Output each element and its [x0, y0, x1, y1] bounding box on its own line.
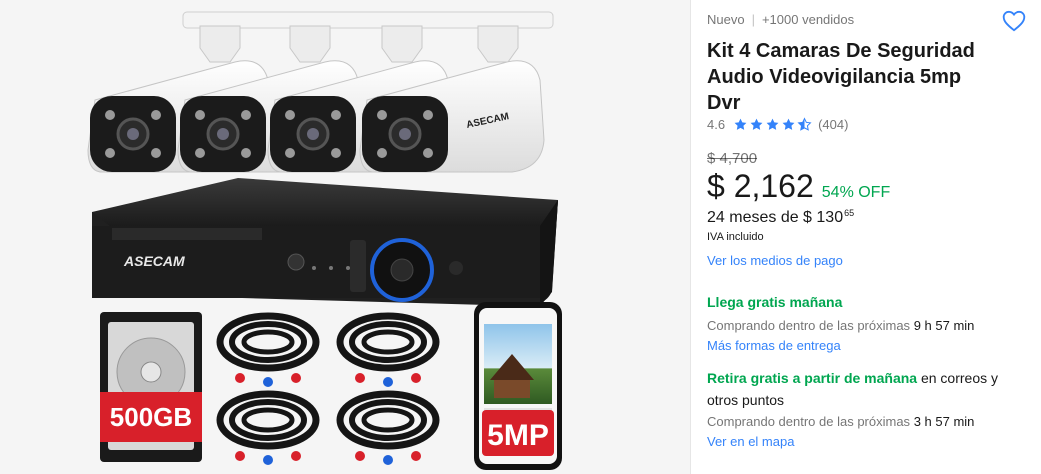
current-price: $ 2,162 — [707, 168, 814, 204]
tax-note: IVA incluido — [707, 231, 764, 243]
shipping-title: Llega gratis mañana — [707, 294, 843, 310]
panel-divider — [690, 0, 691, 474]
review-count: (404) — [818, 117, 849, 132]
shipping-countdown: 9 h 57 min — [913, 318, 975, 333]
resolution-text: 5MP — [487, 419, 549, 452]
sold-count: +1000 vendidos — [761, 12, 855, 27]
star-full-icon — [782, 118, 795, 130]
price-row: $ 2,162 54% OFF — [707, 168, 890, 205]
dvr-brand-text: ASECAM — [123, 253, 185, 269]
product-image-gallery[interactable]: ASECAM ASECAM 500GB 5MP — [0, 0, 690, 474]
view-map-link[interactable]: Ver en el mapa — [707, 434, 794, 449]
pickup-subtitle: Comprando dentro de las próximas 3 h 57 … — [707, 414, 974, 429]
shipping-subtitle: Comprando dentro de las próximas 9 h 57 … — [707, 318, 974, 333]
installments-cents: 65 — [844, 208, 855, 218]
rating-row[interactable]: 4.6 (404) — [707, 117, 848, 132]
installments-info: 24 meses de $ 13065 — [707, 208, 854, 227]
star-full-icon — [766, 118, 779, 130]
condition-label: Nuevo — [707, 12, 745, 27]
payment-methods-link[interactable]: Ver los medios de pago — [707, 253, 843, 268]
pickup-subtitle-prefix: Comprando dentro de las próximas — [707, 414, 911, 429]
subtitle-separator: | — [751, 12, 755, 27]
product-subtitle: Nuevo | +1000 vendidos — [707, 12, 854, 27]
star-full-icon — [734, 118, 747, 130]
original-price: $ 4,700 — [707, 150, 758, 167]
more-delivery-options-link[interactable]: Más formas de entrega — [707, 338, 841, 353]
pickup-title: Retira gratis a partir de mañana en corr… — [707, 367, 1032, 411]
product-title: Kit 4 Camaras De Seguridad Audio Videovi… — [707, 40, 975, 114]
shipping-subtitle-prefix: Comprando dentro de las próximas — [707, 318, 911, 333]
pickup-countdown: 3 h 57 min — [913, 414, 975, 429]
product-photo: ASECAM ASECAM 500GB 5MP — [87, 11, 562, 470]
pickup-title-green: Retira gratis a partir de mañana — [707, 370, 918, 386]
installments-text: 24 meses de $ 130 — [707, 209, 844, 226]
rating-value: 4.6 — [707, 117, 726, 132]
star-half-icon — [797, 117, 812, 131]
discount-badge: 54% OFF — [821, 184, 891, 201]
heart-outline-icon[interactable] — [1001, 8, 1027, 34]
rating-stars — [733, 117, 812, 132]
star-full-icon — [750, 118, 763, 130]
hdd-capacity-text: 500GB — [110, 402, 192, 432]
